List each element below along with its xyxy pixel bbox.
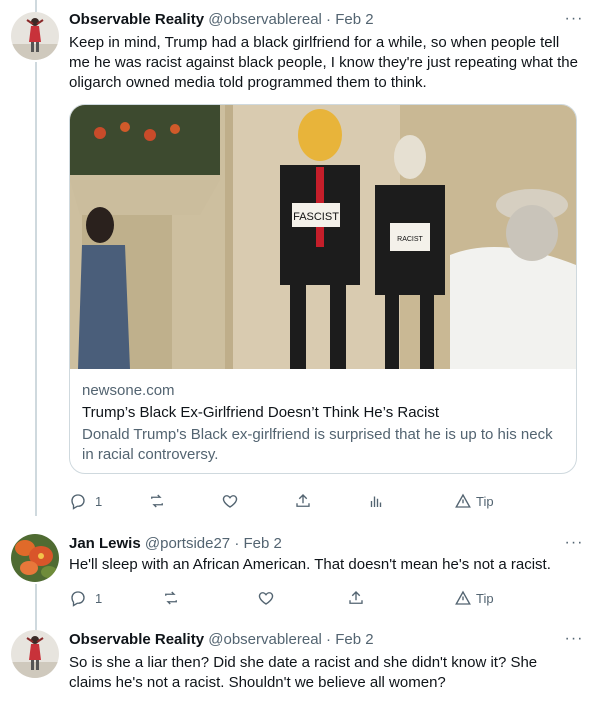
like-icon: [258, 592, 274, 605]
tweet-date[interactable]: Feb 2: [335, 631, 373, 648]
tip-button[interactable]: Tip: [454, 491, 494, 511]
share-icon: [349, 591, 363, 604]
tweet[interactable]: Observable Reality @observablereal · Feb…: [0, 626, 605, 702]
tweet[interactable]: Jan Lewis @portside27 · Feb 2 ··· He'll …: [0, 520, 605, 626]
tip-button[interactable]: Tip: [454, 588, 494, 608]
retweet-icon: [165, 591, 177, 605]
separator-dot: ·: [234, 535, 240, 552]
reply-icon: [71, 591, 85, 607]
tweet-text: So is she a liar then? Did she date a ra…: [69, 654, 538, 691]
tip-icon: [455, 493, 471, 508]
retweet-button[interactable]: [162, 588, 180, 608]
sign-racist: RACIST: [397, 236, 423, 243]
tip-label: Tip: [476, 590, 494, 606]
reply-icon: [71, 494, 85, 510]
share-button[interactable]: [294, 491, 312, 511]
more-icon[interactable]: ···: [563, 535, 585, 556]
more-icon[interactable]: ···: [563, 11, 585, 32]
link-card-domain: newsone.com: [82, 382, 175, 399]
reply-count: 1: [95, 493, 103, 509]
link-card-meta: newsone.com Trump’s Black Ex-Girlfriend …: [70, 369, 576, 473]
reply-button[interactable]: 1: [69, 588, 102, 608]
avatar[interactable]: [11, 534, 59, 582]
avatar[interactable]: [11, 630, 59, 678]
retweet-button[interactable]: [148, 491, 166, 511]
user-handle[interactable]: @portside27: [145, 535, 230, 552]
tip-label: Tip: [476, 493, 494, 509]
sign-fascist: FASCIST: [293, 211, 339, 223]
link-card-image: FASCIST RACIST: [70, 105, 576, 369]
reply-count: 1: [95, 590, 103, 606]
analytics-button[interactable]: [367, 491, 385, 511]
retweet-icon: [151, 494, 163, 508]
share-icon: [296, 494, 310, 507]
analytics-icon: [370, 496, 382, 507]
user-handle[interactable]: @observablereal: [208, 631, 322, 648]
link-card[interactable]: FASCIST RACIST newsone.com Trump’s Black…: [69, 104, 577, 474]
tweet[interactable]: Observable Reality @observablereal · Feb…: [0, 0, 605, 520]
more-icon[interactable]: ···: [563, 631, 585, 652]
user-handle[interactable]: @observablereal: [208, 11, 322, 28]
avatar[interactable]: [11, 12, 59, 60]
tweet-header: Observable Reality @observablereal · Feb…: [69, 10, 374, 30]
link-card-title: Trump’s Black Ex-Girlfriend Doesn’t Thin…: [82, 404, 440, 421]
tweet-date[interactable]: Feb 2: [244, 535, 282, 552]
display-name[interactable]: Jan Lewis: [69, 535, 141, 552]
like-icon: [222, 495, 238, 508]
tweet-text: Keep in mind, Trump had a black girlfrie…: [69, 34, 578, 91]
tweet-header: Observable Reality @observablereal · Feb…: [69, 630, 374, 650]
display-name[interactable]: Observable Reality: [69, 11, 204, 28]
tweet-text: He'll sleep with an African American. Th…: [69, 556, 551, 573]
tweet-date[interactable]: Feb 2: [335, 11, 373, 28]
like-button[interactable]: [257, 588, 275, 608]
display-name[interactable]: Observable Reality: [69, 631, 204, 648]
tweet-actions: 1 Tip: [69, 588, 499, 608]
reply-button[interactable]: 1: [69, 491, 102, 511]
like-button[interactable]: [221, 491, 239, 511]
tweet-header: Jan Lewis @portside27 · Feb 2: [69, 534, 282, 554]
separator-dot: ·: [326, 11, 332, 28]
share-button[interactable]: [347, 588, 365, 608]
link-card-description: Donald Trump's Black ex-girlfriend is su…: [82, 426, 553, 463]
tip-icon: [455, 590, 471, 605]
tweet-actions: 1 Tip: [69, 491, 499, 511]
separator-dot: ·: [326, 631, 332, 648]
